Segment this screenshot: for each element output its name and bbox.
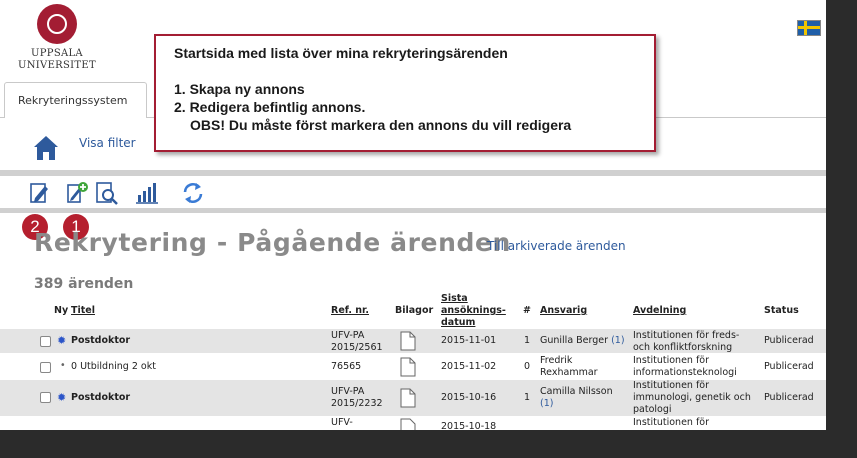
row-avdelning-1: Institutionen för xyxy=(633,355,710,366)
callout-item-1: 1. Skapa ny annons xyxy=(174,81,305,97)
search-icon[interactable] xyxy=(94,180,120,206)
col-ny: Ny xyxy=(54,305,69,316)
university-seal-icon xyxy=(37,4,77,44)
row-ref-1: 76565 xyxy=(331,361,362,372)
col-ansvarig[interactable]: Ansvarig xyxy=(540,305,587,316)
col-ref[interactable]: Ref. nr. xyxy=(331,305,369,316)
row-avdelning-1: Institutionen för xyxy=(633,417,710,428)
attachment-icon[interactable] xyxy=(400,357,416,377)
row-title[interactable]: Postdoktor xyxy=(71,335,130,346)
row-ansvarig-2: Rexhammar xyxy=(540,367,598,378)
row-date: 2015-10-18 xyxy=(441,421,497,430)
row-avdelning-1: Institutionen för freds- xyxy=(633,330,740,341)
edit-icon[interactable] xyxy=(26,180,52,206)
toolbar-bottom-border xyxy=(0,208,826,213)
app-window: UPPSALA UNIVERSITET Rekryteringssystem V… xyxy=(0,0,826,430)
show-filter-link[interactable]: Visa filter xyxy=(79,136,136,150)
university-logo[interactable]: UPPSALA UNIVERSITET xyxy=(14,4,100,72)
row-date: 2015-11-02 xyxy=(441,361,497,372)
tab-rekryteringssystem[interactable]: Rekryteringssystem xyxy=(4,82,147,118)
attachment-icon[interactable] xyxy=(400,388,416,408)
archived-link[interactable]: Till arkiverade ärenden xyxy=(487,239,626,253)
chart-icon[interactable] xyxy=(134,180,160,206)
row-status: Publicerad xyxy=(764,335,814,346)
row-avdelning-3: patologi xyxy=(633,404,672,415)
row-ref-1: UFV-PA xyxy=(331,386,365,397)
row-ansvarig-count[interactable]: (1) xyxy=(611,335,624,346)
instruction-callout: Startsida med lista över mina rekryterin… xyxy=(154,34,656,152)
row-checkbox[interactable] xyxy=(40,336,51,347)
row-status: Publicerad xyxy=(764,392,814,403)
row-ansvarig: Gunilla Berger (1) xyxy=(540,335,625,346)
col-hash: # xyxy=(523,305,531,316)
row-ref-2: 2015/2232 xyxy=(331,398,383,409)
row-num: 1 xyxy=(524,335,531,346)
table-row[interactable]: ✹ Postdoktor UFV-PA 2015/2232 2015-10-16… xyxy=(0,380,826,416)
logo-line-2: UNIVERSITET xyxy=(18,60,96,71)
col-status: Status xyxy=(764,305,799,316)
row-ref-1: UFV- xyxy=(331,417,353,428)
logo-line-1: UPPSALA xyxy=(31,48,83,59)
toolbar-top-border xyxy=(0,170,826,176)
row-ref-1: UFV-PA xyxy=(331,330,365,341)
row-ansvarig-count[interactable]: (1) xyxy=(540,398,553,409)
row-status: Publicerad xyxy=(764,361,814,372)
col-sista-2[interactable]: ansöknings- xyxy=(441,305,506,316)
row-avdelning-2: informationsteknologi xyxy=(633,367,737,378)
row-ansvarig: Camilla Nilsson xyxy=(540,386,613,397)
callout-item-2: 2. Redigera befintlig annons. xyxy=(174,99,366,115)
col-sista-1[interactable]: Sista xyxy=(441,293,468,304)
refresh-icon[interactable] xyxy=(180,180,206,206)
col-titel[interactable]: Titel xyxy=(71,305,95,316)
row-avdelning-2: och konfliktforskning xyxy=(633,342,733,353)
home-icon[interactable] xyxy=(33,134,59,162)
row-ref-2: 2015/2561 xyxy=(331,342,383,353)
row-date: 2015-10-16 xyxy=(441,392,497,403)
row-num: 0 xyxy=(524,361,531,372)
col-sista-3[interactable]: datum xyxy=(441,317,475,328)
row-ansvarig-1: Fredrik xyxy=(540,355,573,366)
attachment-icon[interactable] xyxy=(400,418,416,430)
col-bilagor: Bilagor xyxy=(395,305,434,316)
row-avdelning-2: immunologi, genetik och xyxy=(633,392,751,403)
row-title[interactable]: 0 Utbildning 2 okt xyxy=(71,361,156,372)
table-row[interactable]: UFV- 2015-10-18 Institutionen för xyxy=(0,417,826,430)
new-marker-icon: ✹ xyxy=(57,391,67,404)
callout-note: OBS! Du måste först markera den annons d… xyxy=(190,117,572,133)
tab-label: Rekryteringssystem xyxy=(18,94,128,107)
attachment-icon[interactable] xyxy=(400,331,416,351)
page-title: Rekrytering - Pågående ärenden xyxy=(34,228,511,257)
table-row[interactable]: ✹ Postdoktor UFV-PA 2015/2561 2015-11-01… xyxy=(0,329,826,353)
col-avdelning[interactable]: Avdelning xyxy=(633,305,686,316)
logo-text: UPPSALA UNIVERSITET xyxy=(14,48,100,72)
table-row[interactable]: • 0 Utbildning 2 okt 76565 2015-11-02 0 … xyxy=(0,355,826,379)
row-avdelning-1: Institutionen för xyxy=(633,380,710,391)
callout-title: Startsida med lista över mina rekryterin… xyxy=(174,45,508,61)
row-checkbox[interactable] xyxy=(40,362,51,373)
add-icon[interactable] xyxy=(64,180,90,206)
marker-dot-icon: • xyxy=(60,360,66,371)
case-count: 389 ärenden xyxy=(34,276,134,292)
swedish-flag-icon[interactable] xyxy=(797,20,821,36)
new-marker-icon: ✹ xyxy=(57,334,67,347)
row-checkbox[interactable] xyxy=(40,392,51,403)
row-num: 1 xyxy=(524,392,531,403)
row-title[interactable]: Postdoktor xyxy=(71,392,130,403)
row-date: 2015-11-01 xyxy=(441,335,497,346)
